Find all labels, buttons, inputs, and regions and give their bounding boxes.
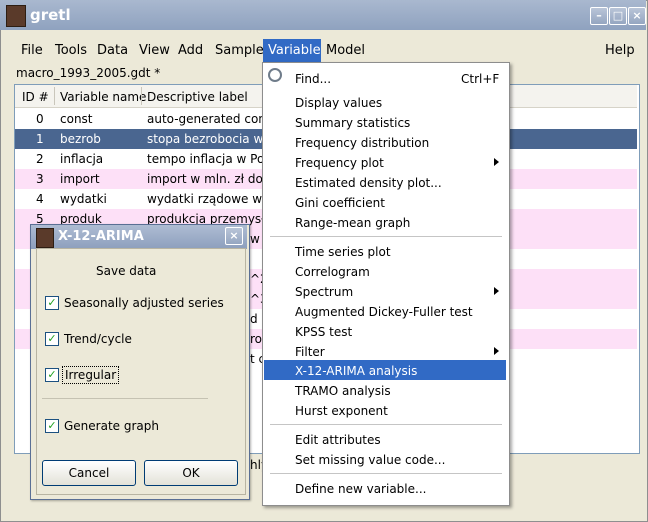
cancel-button[interactable]: Cancel xyxy=(42,460,136,486)
menu-item-frequency-plot[interactable]: Frequency plot xyxy=(295,156,384,170)
row-name: import xyxy=(60,172,100,186)
menu-item-density-plot[interactable]: Estimated density plot... xyxy=(295,176,442,190)
menu-item-x12-arima[interactable]: X-12-ARIMA analysis xyxy=(295,364,417,378)
menu-item-adf-test[interactable]: Augmented Dickey-Fuller test xyxy=(295,305,473,319)
menu-item-filter[interactable]: Filter xyxy=(295,345,325,359)
row-label: import w mln. zł do Po xyxy=(147,172,281,186)
row-name: wydatki xyxy=(60,192,107,206)
menu-item-spectrum[interactable]: Spectrum xyxy=(295,285,353,299)
menu-item-missing-value-code[interactable]: Set missing value code... xyxy=(295,453,445,467)
menu-item-time-series-plot[interactable]: Time series plot xyxy=(295,245,391,259)
menu-data[interactable]: Data xyxy=(97,43,128,58)
row-name: bezrob xyxy=(60,132,101,146)
menu-item-frequency-distribution[interactable]: Frequency distribution xyxy=(295,136,429,150)
row-name: const xyxy=(60,112,93,126)
irregular-label: Irregular xyxy=(62,366,120,384)
menu-help[interactable]: Help xyxy=(605,43,635,58)
menu-item-display-values[interactable]: Display values xyxy=(295,96,382,110)
row-id: 4 xyxy=(36,192,44,206)
dialog-divider xyxy=(42,398,208,399)
column-header-label[interactable]: Descriptive label xyxy=(147,90,248,104)
menu-file[interactable]: File xyxy=(21,43,43,58)
row-label: wydatki rządowe w m xyxy=(147,192,278,206)
window-title: gretl xyxy=(30,6,71,24)
irregular-checkbox[interactable]: ✓ xyxy=(45,368,59,382)
menu-item-edit-attributes[interactable]: Edit attributes xyxy=(295,433,381,447)
gretl-app-icon xyxy=(36,228,54,248)
row-id: 0 xyxy=(36,112,44,126)
menu-item-summary-statistics[interactable]: Summary statistics xyxy=(295,116,410,130)
menu-item-tramo[interactable]: TRAMO analysis xyxy=(295,384,391,398)
menu-item-define-new-variable[interactable]: Define new variable... xyxy=(295,482,426,496)
row-label: auto-generated const xyxy=(147,112,277,126)
minimize-button[interactable]: – xyxy=(590,7,608,25)
column-header-name[interactable]: Variable name xyxy=(60,90,146,104)
header-separator xyxy=(54,87,55,105)
menu-add[interactable]: Add xyxy=(178,43,203,58)
column-header-id[interactable]: ID # xyxy=(22,90,49,104)
close-button[interactable]: × xyxy=(628,7,646,25)
menu-separator xyxy=(270,473,502,474)
row-id: 1 xyxy=(36,132,44,146)
trend-cycle-label: Trend/cycle xyxy=(64,332,132,346)
row-id: 3 xyxy=(36,172,44,186)
menu-sample[interactable]: Sample xyxy=(215,43,264,58)
submenu-arrow-icon xyxy=(494,287,499,295)
menu-separator xyxy=(270,236,502,237)
save-data-heading: Save data xyxy=(96,264,157,278)
menu-item-kpss-test[interactable]: KPSS test xyxy=(295,325,352,339)
menu-variable[interactable]: Variable xyxy=(268,43,321,58)
menu-item-hurst-exponent[interactable]: Hurst exponent xyxy=(295,404,388,418)
find-shortcut: Ctrl+F xyxy=(461,72,500,86)
menu-separator xyxy=(270,424,502,425)
dataset-filename: macro_1993_2005.gdt * xyxy=(16,66,161,80)
header-separator xyxy=(141,87,142,105)
row-name: inflacja xyxy=(60,152,104,166)
submenu-arrow-icon xyxy=(494,347,499,355)
gretl-app-icon xyxy=(6,5,26,27)
menu-item-find[interactable]: Find... xyxy=(295,72,331,86)
find-icon xyxy=(268,68,282,82)
title-bar xyxy=(0,0,646,30)
maximize-button[interactable]: □ xyxy=(609,7,627,25)
row-id: 2 xyxy=(36,152,44,166)
generate-graph-checkbox[interactable]: ✓ xyxy=(45,419,59,433)
dialog-close-button[interactable]: × xyxy=(225,227,243,245)
row-label: tempo inflacja w Polsc xyxy=(147,152,281,166)
menu-item-correlogram[interactable]: Correlogram xyxy=(295,265,370,279)
menu-model[interactable]: Model xyxy=(326,43,365,58)
menu-tools[interactable]: Tools xyxy=(55,43,87,58)
ok-button[interactable]: OK xyxy=(144,460,238,486)
seasonally-adjusted-checkbox[interactable]: ✓ xyxy=(45,296,59,310)
dialog-title: X-12-ARIMA xyxy=(58,229,144,244)
menu-view[interactable]: View xyxy=(139,43,170,58)
menu-item-gini-coefficient[interactable]: Gini coefficient xyxy=(295,196,385,210)
menu-item-range-mean-graph[interactable]: Range-mean graph xyxy=(295,216,410,230)
submenu-arrow-icon xyxy=(494,158,499,166)
trend-cycle-checkbox[interactable]: ✓ xyxy=(45,332,59,346)
generate-graph-label: Generate graph xyxy=(64,419,159,433)
seasonally-adjusted-label: Seasonally adjusted series xyxy=(64,296,224,310)
